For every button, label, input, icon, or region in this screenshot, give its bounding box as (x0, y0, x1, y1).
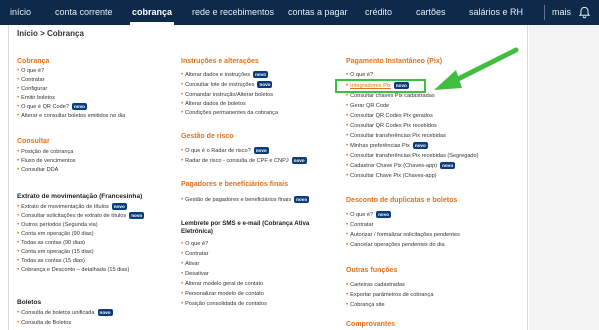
link-extrato-titulos[interactable]: • Extrato de movimentação de títulos novo (17, 203, 127, 211)
link-desconto-o-que-e[interactable]: • O que é? novo (346, 211, 392, 219)
link-gestao-pagadores[interactable]: • Gestão de pagadores e beneficiários fin… (181, 196, 310, 204)
right-side-panel (529, 25, 599, 330)
nav-mais[interactable]: mais (552, 0, 571, 25)
section-title-boletos: Boletos (17, 299, 42, 306)
breadcrumb: Início > Cobrança (17, 29, 84, 38)
link-exportar-parametros[interactable]: • Exportar parâmetros de cobrança (346, 291, 433, 299)
link-consulta-boletos[interactable]: • Consulta de Boletos (17, 319, 71, 327)
link-todas-contas-15[interactable]: • Todas as contas (15 dias) (17, 257, 85, 265)
link-sms-desativar[interactable]: • Desativar (181, 270, 209, 278)
link-contratar[interactable]: • Contratar (17, 76, 44, 84)
section-title-desconto: Desconto de duplicatas e boletos (346, 197, 458, 204)
nav-salarios-rh[interactable]: salários e RH (469, 0, 523, 25)
section-title-cobranca: Cobrança (17, 58, 50, 65)
link-sms-o-que-e[interactable]: • O que é? (181, 240, 208, 248)
link-radar-cpf-cnpj[interactable]: • Radar de risco - consulta de CPF e CNPJ… (181, 157, 307, 165)
link-alterar-dados-boletos[interactable]: • Alterar dados de boletos (181, 100, 246, 108)
link-radar-risco[interactable]: • O que é o Radar de risco? novo (181, 147, 269, 155)
arrow-annotation (434, 47, 519, 90)
link-pix-o-que-e[interactable]: • O que é? (346, 71, 373, 79)
new-badge: novo (376, 211, 392, 219)
link-qr-recebidos[interactable]: • Consultar QR Codes Pix recebidos (346, 122, 437, 130)
link-transferencias-recebidas[interactable]: • Consultar transferências Pix recebidas (346, 132, 446, 140)
link-condicoes-permanentes[interactable]: • Condições permanentes da cobrança (181, 109, 278, 117)
new-badge: novo (412, 142, 428, 150)
link-cadastrar-chave[interactable]: • Cadastrar Chave Pix (Chaves-app) novo (346, 162, 456, 170)
new-badge: novo (440, 162, 456, 170)
link-consultar-dda[interactable]: • Consultar DDA (17, 166, 58, 174)
nav-cobranca[interactable]: cobrança (129, 0, 175, 25)
section-title-extrato: Extrato de movimentação (Francesinha) (17, 193, 143, 200)
link-cancelar-operacoes[interactable]: • Cancelar operações pendentes do dia (346, 241, 445, 249)
link-qr-code[interactable]: • O que é QR Code? novo (17, 103, 87, 111)
nav-rede-recebimentos[interactable]: rede e recebimentos (192, 0, 274, 25)
new-badge: novo (253, 147, 269, 155)
nav-inicio[interactable]: início (10, 0, 31, 25)
section-title-pagadores: Pagadores e beneficiários finais (181, 181, 288, 188)
link-consultar-chave[interactable]: • Consultar Chave Pix (Chaves-app) (346, 172, 437, 180)
nav-divider (544, 5, 545, 20)
section-title-consultar: Consultar (17, 138, 50, 145)
link-personalizar-modelo[interactable]: • Personalizar modelo de contato (181, 290, 264, 298)
link-sms-ativar[interactable]: • Ativar (181, 260, 199, 268)
bell-icon[interactable] (578, 6, 591, 19)
link-gerar-qr[interactable]: • Gerar QR Code (346, 102, 389, 110)
link-transferencias-segregado[interactable]: • Consultar transferências Pix recebidas … (346, 152, 479, 160)
new-badge: novo (257, 81, 273, 89)
link-consultar-lote[interactable]: • Consultar lote de instruções novo (181, 81, 273, 89)
top-nav-bar: início conta corrente cobrança rede e re… (0, 0, 599, 25)
link-preferencias-pix[interactable]: • Minhas preferências Pix novo (346, 142, 428, 150)
link-outros-periodos[interactable]: • Outros períodos (Segunda via) (17, 221, 98, 229)
link-conta-operacao-90[interactable]: • Conta em operação (90 dias) (17, 230, 94, 238)
new-badge: novo (253, 71, 269, 79)
new-badge: novo (291, 157, 307, 165)
section-title-sms: Lembrete por SMS e e-mail (Cobrança Ativ… (181, 220, 310, 235)
link-posicao-contatos[interactable]: • Posição consolidada de contatos (181, 300, 267, 308)
new-badge: novo (111, 203, 127, 211)
link-alterar-modelo[interactable]: • Alterar modelo geral de contato (181, 280, 263, 288)
link-carteiras[interactable]: • Carteiras cadastradas (346, 281, 405, 289)
link-sms-contratar[interactable]: • Contratar (181, 250, 208, 258)
link-fluxo-vencimentos[interactable]: • Fluxo de vencimentos (17, 157, 76, 165)
link-autorizar-solicitacoes[interactable]: • Autorizar / formalizar solicitações pen… (346, 231, 460, 239)
nav-cartoes[interactable]: cartões (416, 0, 446, 25)
link-solicitacoes-extrato[interactable]: • Consultar solicitações de extrato de tí… (17, 212, 145, 220)
section-title-comprovantes: Comprovantes (346, 321, 396, 328)
nav-credito[interactable]: crédito (365, 0, 392, 25)
highlight-box (335, 79, 426, 93)
new-badge: novo (72, 103, 87, 111)
section-title-instrucoes: Instruções e alterações (181, 58, 259, 65)
new-badge: novo (129, 212, 145, 220)
nav-contas-pagar[interactable]: contas a pagar (288, 0, 348, 25)
link-posicao-cobranca[interactable]: • Posição de cobrança (17, 148, 73, 156)
link-cobranca-desconto[interactable]: • Cobrança e Desconto – detalhada (15 dia… (17, 266, 129, 274)
link-alterar-boletos[interactable]: • Alterar e consultar boletos emitidos no… (17, 112, 125, 120)
link-cobranca-site[interactable]: • Cobrança site (346, 301, 385, 309)
new-badge: novo (294, 196, 310, 204)
section-title-outras: Outras funções (346, 267, 398, 274)
link-boletos-unificada[interactable]: • Consulta de boletos unificada novo (17, 309, 113, 317)
link-todas-contas-90[interactable]: • Todas as contas (90 dias) (17, 239, 85, 247)
link-configurar[interactable]: • Configurar (17, 85, 47, 93)
link-desconto-contratar[interactable]: • Contratar (346, 221, 373, 229)
link-o-que-e[interactable]: • O que é? (17, 67, 44, 75)
link-qr-gerados[interactable]: • Consultar QR Codes Pix gerados (346, 112, 433, 120)
nav-conta-corrente[interactable]: conta corrente (55, 0, 113, 25)
link-comandar-instrucao[interactable]: • Comandar instrução/Alterar boletos (181, 91, 273, 99)
new-badge: novo (97, 309, 113, 317)
section-title-risco: Gestão de risco (181, 133, 234, 140)
link-emitir-boletos[interactable]: • Emitir boletos (17, 94, 55, 102)
link-conta-operacao-15[interactable]: • Conta em operação (15 dias) (17, 248, 94, 256)
link-alterar-dados-instrucoes[interactable]: • Alterar dados e instruções novo (181, 71, 269, 79)
